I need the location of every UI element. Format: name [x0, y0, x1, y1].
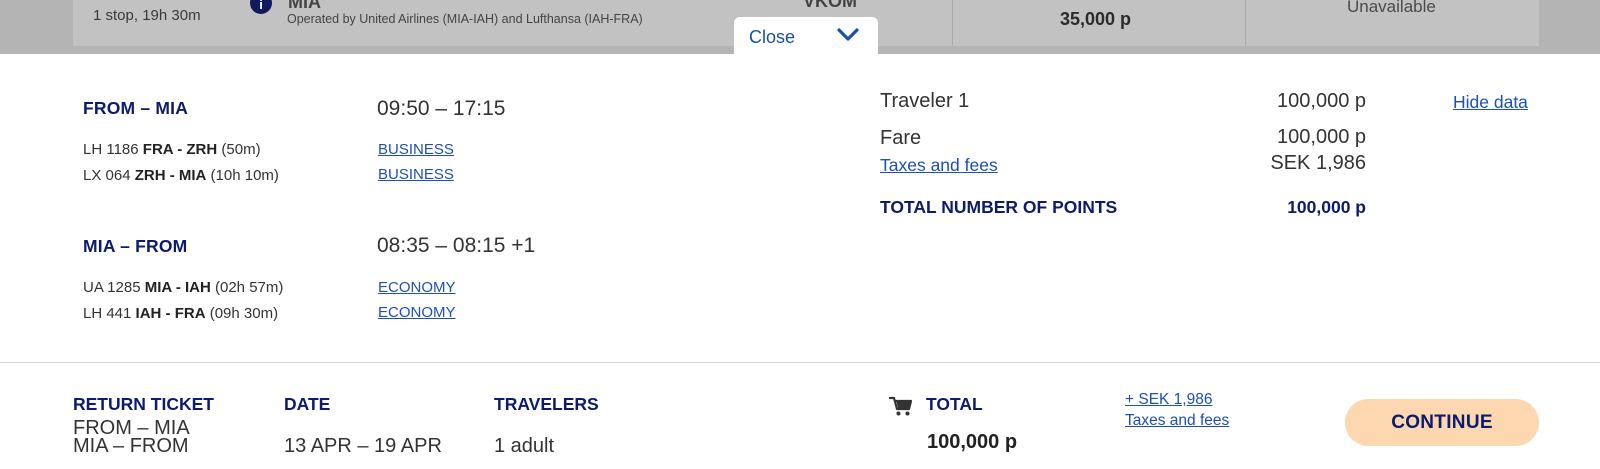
segment-row: LH 441 IAH - FRA (09h 30m)	[83, 305, 278, 322]
cabin-class-link[interactable]: BUSINESS	[378, 166, 454, 183]
hide-data-link[interactable]: Hide data	[1453, 92, 1528, 113]
total-title: TOTAL	[926, 394, 983, 414]
travelers-title: TRAVELERS	[494, 394, 599, 414]
date-title: DATE	[284, 394, 331, 414]
section-divider	[0, 362, 1600, 363]
total-points-value: 100,000 p	[1287, 197, 1366, 217]
cart-icon	[889, 396, 913, 416]
fare-points[interactable]: 35,000 p	[1060, 9, 1131, 30]
taxes-and-fees-link[interactable]: Taxes and fees	[880, 155, 998, 176]
outbound-time: 09:50 – 17:15	[377, 97, 506, 120]
segment-duration: (50m)	[221, 141, 261, 158]
total-points: 100,000 p	[927, 431, 1018, 453]
segment-route: IAH - FRA	[135, 305, 206, 322]
inbound-time: 08:35 – 08:15 +1	[377, 234, 536, 257]
continue-button[interactable]: CONTINUE	[1345, 399, 1539, 446]
close-details-button[interactable]: Close	[734, 17, 878, 57]
fare-points-value: 100,000 p	[1277, 126, 1366, 148]
segment-row: UA 1285 MIA - IAH (02h 57m)	[83, 279, 283, 296]
sek-amount-link[interactable]: + SEK 1,986	[1125, 391, 1212, 409]
fare-unavailable: Unavailable	[1347, 0, 1436, 16]
outbound-title: FROM – MIA	[83, 98, 189, 118]
travelers-value: 1 adult	[494, 435, 555, 457]
segment-duration: (10h 10m)	[210, 167, 279, 184]
taxes-value: SEK 1,986	[1270, 152, 1366, 174]
traveler-points: 100,000 p	[1277, 90, 1366, 112]
return-ticket-title: RETURN TICKET	[73, 394, 214, 414]
cabin-class-link[interactable]: ECONOMY	[378, 279, 456, 296]
inbound-title: MIA – FROM	[83, 236, 188, 256]
flight-stops: 1 stop, 19h 30m	[93, 7, 201, 24]
flight-number: UA 1285	[83, 279, 141, 296]
segment-duration: (02h 57m)	[215, 279, 284, 296]
flight-number: LH 441	[83, 305, 132, 322]
chevron-down-icon	[837, 28, 859, 41]
operated-by-text: Operated by United Airlines (MIA-IAH) an…	[287, 12, 643, 26]
flight-number: LX 064	[83, 167, 131, 184]
segment-route: MIA - IAH	[144, 279, 211, 296]
segment-duration: (09h 30m)	[209, 305, 279, 322]
fare-class-partial: VKOM	[803, 0, 857, 11]
segment-row: LH 1186 FRA - ZRH (50m)	[83, 141, 261, 158]
cabin-class-link[interactable]: BUSINESS	[378, 141, 454, 158]
fare-label: Fare	[880, 127, 922, 149]
cabin-class-link[interactable]: ECONOMY	[378, 304, 456, 321]
flight-number: LH 1186	[83, 141, 139, 158]
column-divider	[1245, 0, 1246, 46]
footer-taxes-link[interactable]: Taxes and fees	[1125, 412, 1229, 430]
date-value: 13 APR – 19 APR	[284, 435, 442, 457]
traveler-label: Traveler 1	[880, 90, 970, 112]
close-label: Close	[749, 27, 796, 47]
total-points-label: TOTAL NUMBER OF POINTS	[880, 197, 1118, 217]
segment-route: ZRH - MIA	[134, 167, 207, 184]
segment-row: LX 064 ZRH - MIA (10h 10m)	[83, 167, 279, 184]
column-divider	[952, 0, 953, 46]
ticket-route-inbound: MIA – FROM	[73, 435, 189, 457]
segment-route: FRA - ZRH	[142, 141, 218, 158]
